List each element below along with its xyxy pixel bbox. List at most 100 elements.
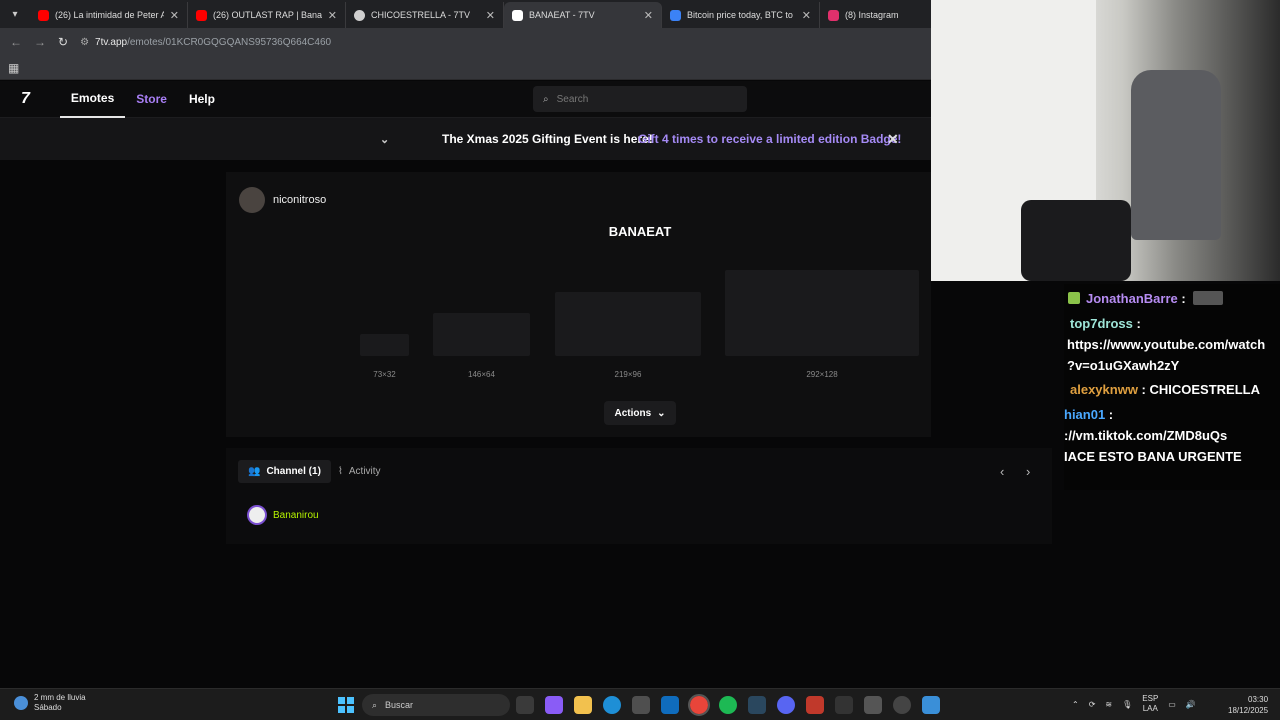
emote-preview-4x[interactable] [725, 270, 919, 356]
system-tray: ⌃ ⟳ ≋ 🎙 ESP LAA ▭ 🔊 [1072, 694, 1196, 714]
emote-preview-1x[interactable] [360, 334, 409, 356]
obs-icon[interactable] [893, 696, 911, 714]
browser-tab[interactable]: (8) Instagram [820, 2, 930, 28]
discord-icon[interactable] [777, 696, 795, 714]
outlook-icon[interactable] [661, 696, 679, 714]
weather-icon [14, 696, 28, 710]
emote-title: BANAEAT [608, 224, 672, 239]
tab-activity[interactable]: ⌇ Activity [328, 460, 391, 483]
channel-user-name: Bananirou [273, 509, 319, 521]
clock[interactable]: 03:30 18/12/2025 [1228, 694, 1268, 716]
browser-tab-active[interactable]: BANAEAT - 7TV ✕ [504, 2, 662, 28]
next-page-icon[interactable]: › [1026, 464, 1030, 479]
logitech-icon[interactable] [835, 696, 853, 714]
browser-tab[interactable]: (26) La intimidad de Peter Alfon ✕ [30, 2, 188, 28]
steam-icon[interactable] [748, 696, 766, 714]
microphone-icon[interactable]: 🎙 [1122, 700, 1132, 709]
bitcoin-favicon-icon [670, 9, 681, 21]
clock-date: 18/12/2025 [1228, 706, 1269, 715]
channels-section: 👥 Channel (1) ⌇ Activity ‹ › Bananirou [226, 448, 1052, 544]
volume-icon[interactable]: 🔊 [1186, 700, 1196, 709]
chevron-up-icon[interactable]: ⌃ [1072, 700, 1079, 709]
nav-store[interactable]: Store [125, 81, 178, 118]
close-icon[interactable]: ✕ [887, 131, 899, 148]
size-label: 73×32 [373, 370, 396, 379]
taskbar-search[interactable]: ⌕ Buscar [362, 694, 510, 716]
channel-user[interactable]: Bananirou [247, 505, 319, 525]
tab-title: Bitcoin price today, BTC to USD [687, 10, 796, 20]
emote-preview-2x[interactable] [433, 313, 530, 356]
chat-username: top7dross [1070, 316, 1133, 331]
voicemod-icon[interactable] [806, 696, 824, 714]
youtube-favicon-icon [38, 9, 49, 21]
tab-close-icon[interactable]: ✕ [170, 9, 179, 22]
browser-tab[interactable]: (26) OUTLAST RAP | BanaTroll ( ✕ [188, 2, 346, 28]
tab-search-chevron-icon[interactable]: ▾ [4, 3, 26, 25]
nav-emotes[interactable]: Emotes [59, 81, 126, 118]
tab-close-icon[interactable]: ✕ [644, 9, 653, 22]
emote-panel: niconitroso BANAEAT 73×32 146×64 219×96 … [226, 172, 931, 437]
photos-icon[interactable] [922, 696, 940, 714]
tab-activity-label: Activity [348, 466, 381, 477]
chat-message: hian01 : [1064, 404, 1113, 425]
network-app-icon[interactable] [864, 696, 882, 714]
edge-icon[interactable] [603, 696, 621, 714]
chat-separator: : [1105, 407, 1114, 422]
tab-close-icon[interactable]: ✕ [802, 9, 811, 22]
file-explorer-icon[interactable] [574, 696, 592, 714]
search-input[interactable]: ⌕ Search [533, 86, 747, 112]
prev-page-icon[interactable]: ‹ [1000, 464, 1004, 479]
back-arrow-icon[interactable]: ← [10, 35, 22, 49]
emote-preview-3x[interactable] [555, 292, 701, 356]
tab-channel[interactable]: 👥 Channel (1) [238, 460, 331, 483]
browser-tab[interactable]: CHICOESTRELLA - 7TV ✕ [346, 2, 504, 28]
sync-icon[interactable]: ⟳ [1089, 700, 1096, 709]
emote-owner[interactable]: niconitroso [239, 187, 326, 213]
chat-text: https://www.youtube.com/watch [1067, 337, 1266, 352]
chat-separator: : [1132, 316, 1141, 331]
display-icon[interactable]: ▭ [1168, 700, 1176, 709]
taskbar-apps [516, 694, 940, 716]
bookmarks-bar: ▦ [0, 56, 931, 80]
taskbar-search-label: Buscar [385, 700, 414, 710]
webcam-feed [931, 0, 1280, 281]
chrome-icon[interactable] [688, 694, 710, 716]
actions-button[interactable]: Actions ⌄ [604, 401, 676, 425]
language-indicator[interactable]: ESP LAA [1142, 694, 1158, 714]
apps-grid-icon[interactable]: ▦ [8, 61, 19, 75]
forward-arrow-icon[interactable]: → [34, 35, 46, 49]
url-host: 7tv.app [95, 36, 128, 48]
store-icon[interactable] [632, 696, 650, 714]
youtube-favicon-icon [196, 9, 207, 21]
chat-emote-icon [1193, 291, 1224, 305]
tab-title: (8) Instagram [845, 10, 899, 20]
tab-close-icon[interactable]: ✕ [328, 9, 337, 22]
wifi-off-icon[interactable]: ≋ [1105, 700, 1112, 709]
start-button[interactable] [338, 697, 354, 713]
task-view-icon[interactable] [516, 696, 534, 714]
search-placeholder: Search [556, 93, 589, 105]
reload-icon[interactable]: ↻ [58, 35, 68, 49]
nav-help[interactable]: Help [178, 81, 226, 118]
chat-username: alexyknww [1070, 382, 1138, 397]
chevron-down-icon[interactable]: ⌄ [380, 133, 389, 146]
size-label: 219×96 [614, 370, 642, 379]
browser-tab[interactable]: Bitcoin price today, BTC to USD ✕ [662, 2, 820, 28]
site-info-icon[interactable]: ⚙ [80, 37, 89, 48]
chat-separator: : [1137, 382, 1146, 397]
banner-link[interactable]: Gift 4 times to receive a limited editio… [638, 132, 901, 146]
copilot-icon[interactable] [545, 696, 563, 714]
size-label: 292×128 [806, 370, 838, 379]
owner-name: niconitroso [273, 194, 327, 206]
weather-widget[interactable]: 2 mm de lluvia Sábado [14, 693, 86, 713]
avatar [239, 187, 265, 213]
tab-close-icon[interactable]: ✕ [486, 9, 495, 22]
spotify-icon[interactable] [719, 696, 737, 714]
webcam-chair [1131, 70, 1221, 240]
chat-text: IACE ESTO BANA URGENTE [1064, 449, 1242, 464]
users-icon: 👥 [248, 466, 261, 477]
stream-chat: JonathanBarre : top7dross : https://www.… [1064, 284, 1280, 490]
7tv-logo[interactable]: 7 [21, 90, 30, 108]
url-field[interactable]: ⚙ 7tv.app/emotes/01KCR0GQGQANS95736Q664C… [80, 37, 331, 48]
chat-username: hian01 [1064, 407, 1106, 422]
